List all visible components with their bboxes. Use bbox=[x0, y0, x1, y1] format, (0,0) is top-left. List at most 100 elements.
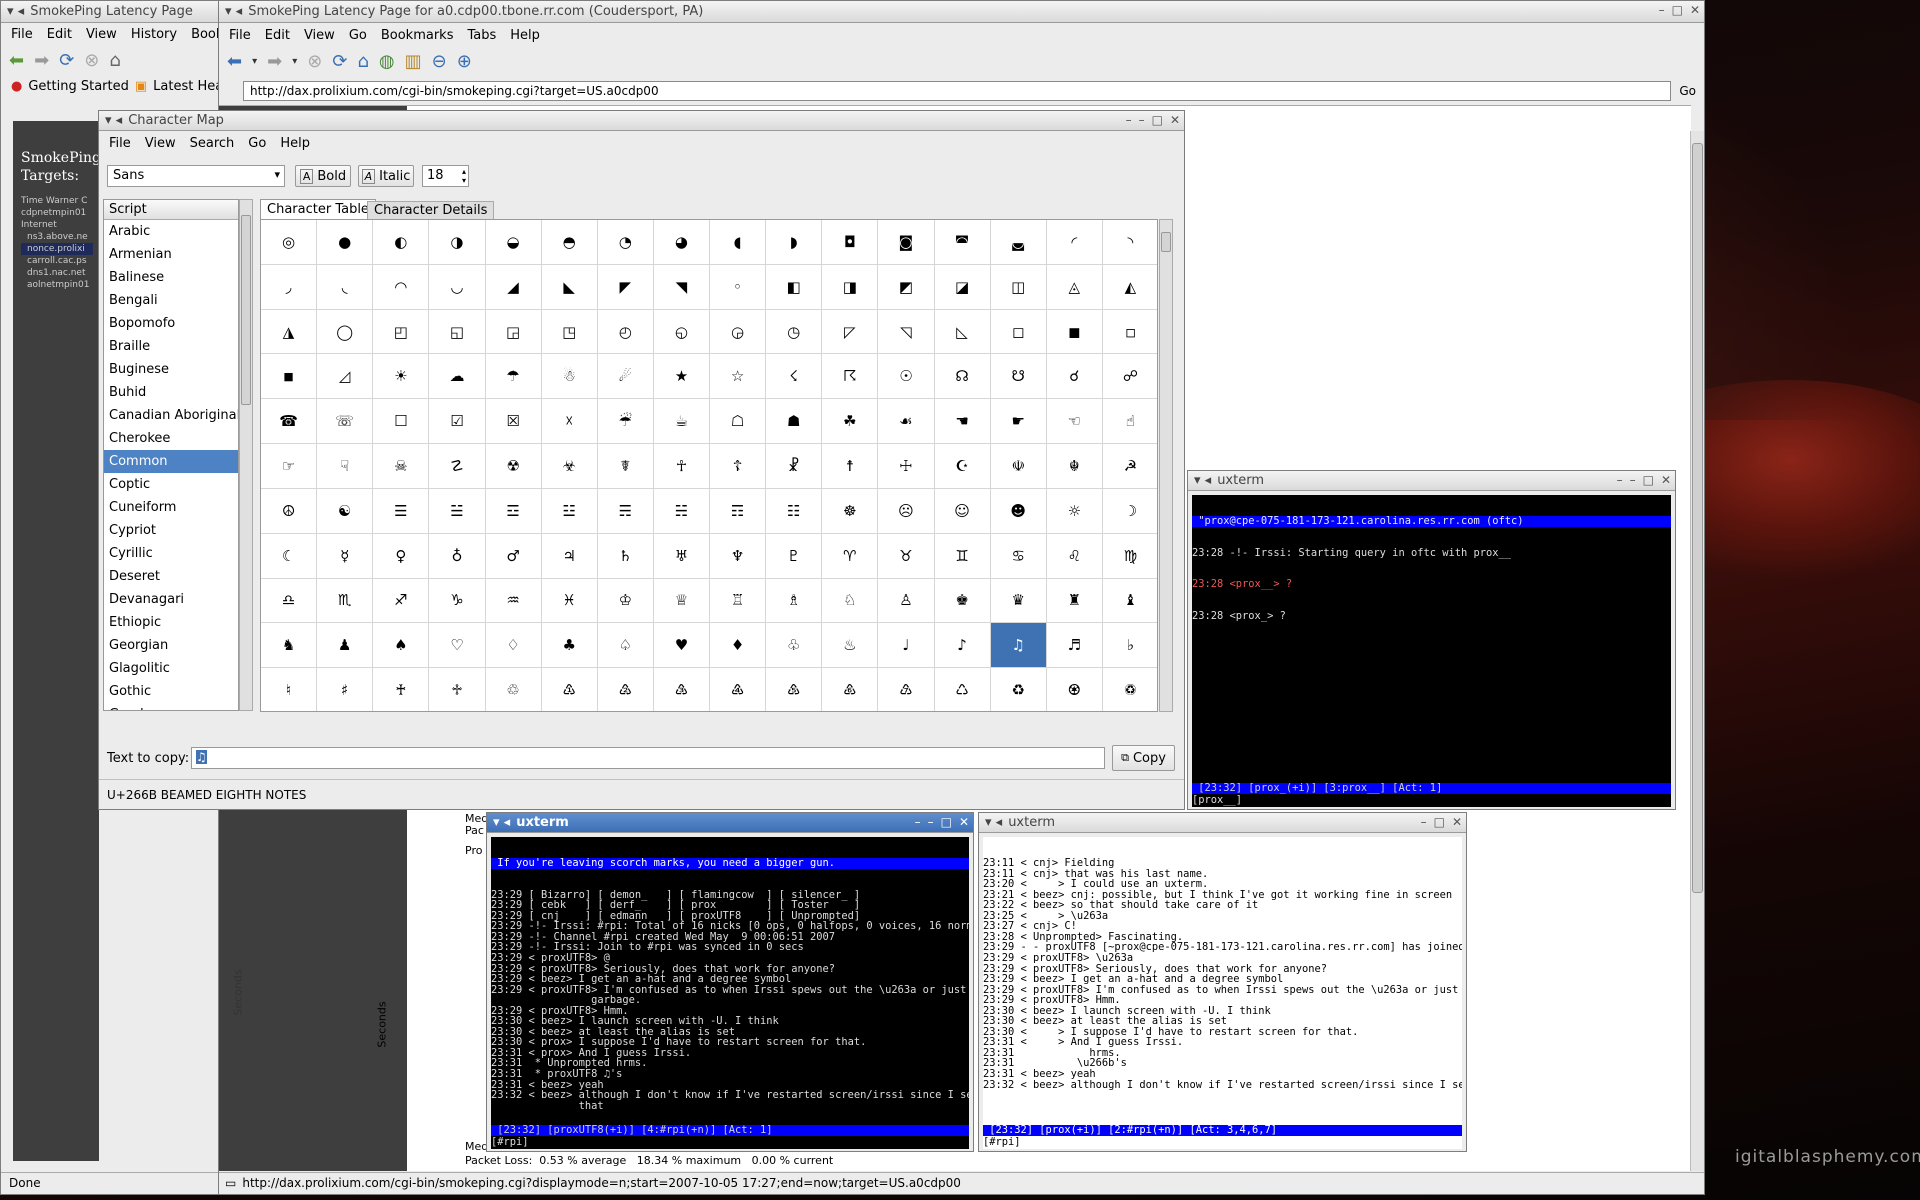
menu-view[interactable]: View bbox=[86, 27, 117, 42]
character-cell[interactable]: ◻ bbox=[990, 309, 1047, 355]
reload-icon[interactable]: ⟳ bbox=[59, 50, 74, 71]
url-bar[interactable]: http://dax.prolixium.com/cgi-bin/smokepi… bbox=[243, 81, 1671, 101]
character-cell[interactable]: ☄ bbox=[597, 354, 654, 400]
irssi-prompt[interactable]: [#rpi] bbox=[491, 1137, 535, 1148]
character-cell[interactable]: ◨ bbox=[822, 264, 879, 310]
script-list-item[interactable]: Common bbox=[104, 450, 238, 473]
character-cell[interactable]: ♌ bbox=[1046, 533, 1103, 579]
character-cell[interactable]: ♁ bbox=[429, 533, 486, 579]
character-cell[interactable]: ◭ bbox=[1102, 264, 1157, 310]
character-cell[interactable]: ◬ bbox=[1046, 264, 1103, 310]
character-cell[interactable]: ♼ bbox=[1046, 668, 1103, 711]
character-cell[interactable]: ☔ bbox=[597, 399, 654, 445]
character-cell[interactable]: ◸ bbox=[822, 309, 879, 355]
character-cell[interactable]: ♒ bbox=[485, 578, 542, 624]
character-cell[interactable]: ♓ bbox=[541, 578, 598, 624]
character-cell[interactable]: ♊ bbox=[934, 533, 991, 579]
close-icon[interactable]: ✕ bbox=[1661, 473, 1671, 487]
character-cell[interactable]: ♏ bbox=[317, 578, 374, 624]
script-list-item[interactable]: Devanagari bbox=[104, 588, 238, 611]
character-cell[interactable]: ♍ bbox=[1102, 533, 1157, 579]
menu-edit[interactable]: Edit bbox=[47, 27, 72, 42]
target-link[interactable]: carroll.cac.ps bbox=[21, 255, 93, 267]
character-cell[interactable]: ☿ bbox=[317, 533, 374, 579]
back-icon[interactable]: ⬅ bbox=[9, 50, 24, 71]
character-cell[interactable]: ☙ bbox=[878, 399, 935, 445]
character-cell[interactable]: ☞ bbox=[261, 444, 318, 489]
character-cell[interactable]: ◩ bbox=[878, 264, 935, 310]
globe-icon[interactable]: ◍ bbox=[379, 51, 395, 72]
character-cell[interactable]: ◪ bbox=[934, 264, 991, 310]
character-cell[interactable]: ◙ bbox=[878, 220, 935, 265]
uxterm-main-titlebar[interactable]: ▾ ◂ uxterm – □ ✕ bbox=[979, 813, 1466, 833]
script-list-item[interactable]: Bengali bbox=[104, 289, 238, 312]
uxterm-query-titlebar[interactable]: ▾ ◂ uxterm – – □ ✕ bbox=[1188, 471, 1675, 491]
character-cell[interactable]: ♦ bbox=[710, 623, 767, 669]
character-cell[interactable]: ♞ bbox=[261, 623, 318, 669]
character-cell[interactable]: ♯ bbox=[317, 668, 374, 711]
character-cell[interactable]: ◚ bbox=[934, 220, 991, 265]
character-cell[interactable]: ◼ bbox=[1046, 309, 1103, 355]
close-icon[interactable]: ✕ bbox=[1452, 815, 1462, 829]
character-cell[interactable]: ☼ bbox=[1046, 488, 1103, 534]
character-cell[interactable]: ☡ bbox=[429, 444, 486, 489]
target-link[interactable]: dns1.nac.net bbox=[21, 267, 93, 279]
character-cell[interactable]: ☁ bbox=[429, 354, 486, 400]
character-cell[interactable]: ♘ bbox=[822, 578, 879, 624]
character-cell[interactable]: ◢ bbox=[485, 264, 542, 310]
charmap-titlebar[interactable]: ▾ ◂ Character Map – – □ ✕ bbox=[99, 111, 1184, 131]
script-list-item[interactable]: Georgian bbox=[104, 634, 238, 657]
scroll-thumb[interactable] bbox=[1692, 143, 1703, 893]
character-cell[interactable]: ♢ bbox=[485, 623, 542, 669]
character-cell[interactable]: ☮ bbox=[261, 488, 318, 534]
character-cell[interactable]: ☀ bbox=[373, 354, 430, 400]
character-cell[interactable]: ♺ bbox=[934, 668, 991, 711]
character-cell[interactable]: ◗ bbox=[766, 220, 823, 265]
character-cell[interactable]: ☪ bbox=[934, 444, 991, 489]
character-cell[interactable]: ☦ bbox=[710, 444, 767, 489]
character-cell[interactable]: ◴ bbox=[597, 309, 654, 355]
character-cell[interactable]: ☎ bbox=[261, 399, 318, 445]
character-cell[interactable]: ◐ bbox=[373, 220, 430, 265]
character-cell[interactable]: ☗ bbox=[766, 399, 823, 445]
character-cell[interactable]: ◺ bbox=[934, 309, 991, 355]
bookmark-latest-headlines[interactable]: Latest Head bbox=[153, 79, 219, 94]
character-cell[interactable]: ◹ bbox=[878, 309, 935, 355]
menu-help[interactable]: Help bbox=[280, 136, 310, 151]
uxterm-rpi-window[interactable]: ▾ ◂ uxterm – – □ ✕ If you're leaving scorch … bbox=[486, 812, 974, 1152]
character-cell[interactable]: ◜ bbox=[1046, 220, 1103, 265]
character-cell[interactable]: ◽ bbox=[1102, 309, 1157, 355]
character-cell[interactable]: ♆ bbox=[710, 533, 767, 579]
character-cell[interactable]: ♃ bbox=[541, 533, 598, 579]
script-list-item[interactable]: Cherokee bbox=[104, 427, 238, 450]
minimize-icon[interactable]: – bbox=[1659, 3, 1665, 17]
copy-button[interactable]: ⧉ Copy bbox=[1112, 745, 1175, 771]
character-cell[interactable]: ♠ bbox=[373, 623, 430, 669]
character-cell[interactable]: ☶ bbox=[710, 488, 767, 534]
menu-help[interactable]: Help bbox=[510, 28, 540, 43]
character-cell[interactable]: ☰ bbox=[373, 488, 430, 534]
script-list-item[interactable]: Cuneiform bbox=[104, 496, 238, 519]
character-cell[interactable]: ♻ bbox=[990, 668, 1047, 711]
character-cell[interactable]: ☵ bbox=[653, 488, 710, 534]
character-cell[interactable]: ☟ bbox=[317, 444, 374, 489]
menu-history[interactable]: History bbox=[131, 27, 177, 42]
character-cell[interactable]: ◎ bbox=[261, 220, 318, 265]
character-cell[interactable]: ◿ bbox=[317, 354, 374, 400]
character-cell[interactable]: ☢ bbox=[485, 444, 542, 489]
go-button[interactable]: Go bbox=[1679, 84, 1696, 98]
target-link-selected[interactable]: nonce.prolixi bbox=[21, 243, 93, 255]
script-list[interactable]: Script Arabic Armenian Balinese Bengali Bopo… bbox=[103, 199, 239, 711]
character-cell[interactable]: ♈ bbox=[822, 533, 879, 579]
character-cell[interactable]: ◠ bbox=[373, 264, 430, 310]
character-cell[interactable]: ♶ bbox=[710, 668, 767, 711]
bookmark-getting-started[interactable]: Getting Started bbox=[28, 79, 129, 94]
character-cell[interactable]: ☤ bbox=[597, 444, 654, 489]
character-cell[interactable]: ♗ bbox=[766, 578, 823, 624]
character-grid[interactable]: ◎ ● ◐ ◑ ◒ ◓ ◔ ◕ ◖ ◗ ◘ ◙ ◚ ◛ ◜ ◝ ◞ ◟ ◠ ◡ ◢ ◣ ◤ ◥ ◦ ◧ ◨ ◩ ◪ ◫ ◬ ◭ ◮ ◯ ◰ ◱ ◲ ◳ ◴ ◵… bbox=[260, 219, 1158, 712]
forward-icon[interactable]: ➡ bbox=[267, 51, 282, 72]
character-cell[interactable]: ☩ bbox=[878, 444, 935, 489]
character-cell[interactable]: ☒ bbox=[485, 399, 542, 445]
zoom-in-icon[interactable]: ⊕ bbox=[457, 51, 472, 72]
character-cell[interactable]: ☂ bbox=[485, 354, 542, 400]
